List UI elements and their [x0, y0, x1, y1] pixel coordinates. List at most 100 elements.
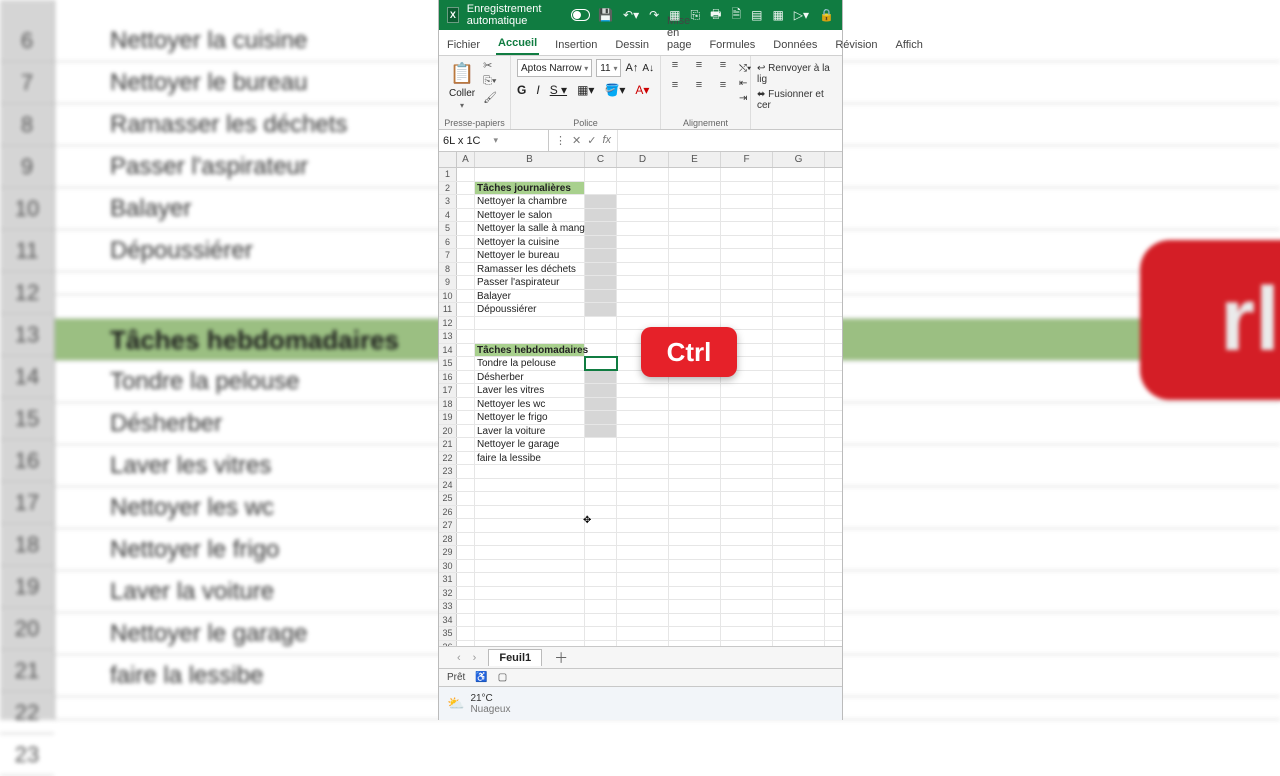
- row-header[interactable]: 13: [439, 330, 457, 343]
- cell[interactable]: [721, 195, 773, 208]
- cell[interactable]: [721, 560, 773, 573]
- row-header[interactable]: 10: [439, 290, 457, 303]
- cell[interactable]: [773, 182, 825, 195]
- cell[interactable]: [669, 614, 721, 627]
- cell[interactable]: [669, 425, 721, 438]
- cell[interactable]: [585, 533, 617, 546]
- cell[interactable]: [617, 182, 669, 195]
- cell[interactable]: [585, 276, 617, 289]
- cell[interactable]: [669, 560, 721, 573]
- cell[interactable]: [669, 290, 721, 303]
- cell[interactable]: [773, 641, 825, 647]
- cell[interactable]: [773, 222, 825, 235]
- cut-icon[interactable]: ✂: [483, 59, 497, 72]
- cell[interactable]: [669, 546, 721, 559]
- cell[interactable]: [773, 519, 825, 532]
- cell[interactable]: Nettoyer la chambre: [475, 195, 585, 208]
- cell[interactable]: [773, 587, 825, 600]
- column-header[interactable]: C: [585, 152, 617, 167]
- cell[interactable]: [617, 222, 669, 235]
- cell[interactable]: [617, 249, 669, 262]
- cell[interactable]: [669, 182, 721, 195]
- border-button[interactable]: ▦▾: [577, 83, 594, 97]
- taskbar-weather[interactable]: ⛅ 21°C Nuageux: [439, 686, 842, 720]
- cell[interactable]: [585, 371, 617, 384]
- cell[interactable]: [669, 465, 721, 478]
- row-header[interactable]: 21: [439, 438, 457, 451]
- cell[interactable]: [617, 236, 669, 249]
- worksheet-grid[interactable]: ABCDEFG ✥ 12Tâches journalières3Nettoyer…: [439, 152, 842, 646]
- font-color-button[interactable]: A▾: [635, 83, 649, 97]
- italic-button[interactable]: I: [536, 83, 539, 97]
- cell[interactable]: [669, 263, 721, 276]
- row-header[interactable]: 3: [439, 195, 457, 208]
- cell[interactable]: [773, 263, 825, 276]
- ribbon-tab[interactable]: Accueil: [496, 37, 539, 55]
- cell[interactable]: [585, 168, 617, 181]
- cell[interactable]: [721, 533, 773, 546]
- cell[interactable]: [773, 614, 825, 627]
- cell[interactable]: [617, 425, 669, 438]
- format-painter-icon[interactable]: 🖌: [483, 91, 497, 104]
- cell[interactable]: [617, 411, 669, 424]
- cell[interactable]: [617, 384, 669, 397]
- row-header[interactable]: 9: [439, 276, 457, 289]
- merge-center-button[interactable]: ⬌ Fusionner et cer: [757, 89, 836, 111]
- row-header[interactable]: 31: [439, 573, 457, 586]
- formula-input[interactable]: [617, 130, 842, 151]
- cell[interactable]: [475, 465, 585, 478]
- cell[interactable]: [721, 425, 773, 438]
- cell[interactable]: [585, 587, 617, 600]
- cell[interactable]: Nettoyer la salle à manger: [475, 222, 585, 235]
- cell[interactable]: [617, 465, 669, 478]
- fx-icon[interactable]: fx: [602, 134, 611, 147]
- cell[interactable]: [617, 587, 669, 600]
- cell[interactable]: [585, 290, 617, 303]
- align-bottom-icon[interactable]: ≡: [715, 59, 731, 75]
- row-header[interactable]: 16: [439, 371, 457, 384]
- cell[interactable]: [721, 627, 773, 640]
- cell[interactable]: [585, 344, 617, 357]
- cell[interactable]: [585, 519, 617, 532]
- cell[interactable]: [773, 533, 825, 546]
- cell[interactable]: [585, 452, 617, 465]
- cell[interactable]: [669, 492, 721, 505]
- cell[interactable]: [585, 641, 617, 647]
- cell[interactable]: [773, 330, 825, 343]
- row-header[interactable]: 26: [439, 506, 457, 519]
- cell[interactable]: [585, 182, 617, 195]
- row-header[interactable]: 7: [439, 249, 457, 262]
- cell[interactable]: [721, 276, 773, 289]
- cell[interactable]: [773, 479, 825, 492]
- cell[interactable]: [721, 303, 773, 316]
- row-header[interactable]: 12: [439, 317, 457, 330]
- cell[interactable]: [773, 290, 825, 303]
- cell[interactable]: [721, 573, 773, 586]
- cell[interactable]: [773, 344, 825, 357]
- cell[interactable]: [669, 303, 721, 316]
- cell[interactable]: [617, 276, 669, 289]
- row-header[interactable]: 20: [439, 425, 457, 438]
- cell[interactable]: [585, 209, 617, 222]
- cell[interactable]: [617, 290, 669, 303]
- cell[interactable]: [721, 492, 773, 505]
- row-header[interactable]: 11: [439, 303, 457, 316]
- cell[interactable]: [721, 587, 773, 600]
- cell[interactable]: Balayer: [475, 290, 585, 303]
- cell[interactable]: Passer l'aspirateur: [475, 276, 585, 289]
- column-header[interactable]: A: [457, 152, 475, 167]
- cell[interactable]: [669, 600, 721, 613]
- cell[interactable]: Nettoyer la cuisine: [475, 236, 585, 249]
- cell[interactable]: [585, 425, 617, 438]
- row-header[interactable]: 23: [439, 465, 457, 478]
- cell[interactable]: [585, 263, 617, 276]
- row-header[interactable]: 5: [439, 222, 457, 235]
- cell[interactable]: [721, 182, 773, 195]
- cell[interactable]: [617, 641, 669, 647]
- cell[interactable]: Nettoyer le frigo: [475, 411, 585, 424]
- cell[interactable]: [773, 276, 825, 289]
- cell[interactable]: Désherber: [475, 371, 585, 384]
- cell[interactable]: [773, 357, 825, 370]
- cell[interactable]: [773, 195, 825, 208]
- cell[interactable]: [475, 492, 585, 505]
